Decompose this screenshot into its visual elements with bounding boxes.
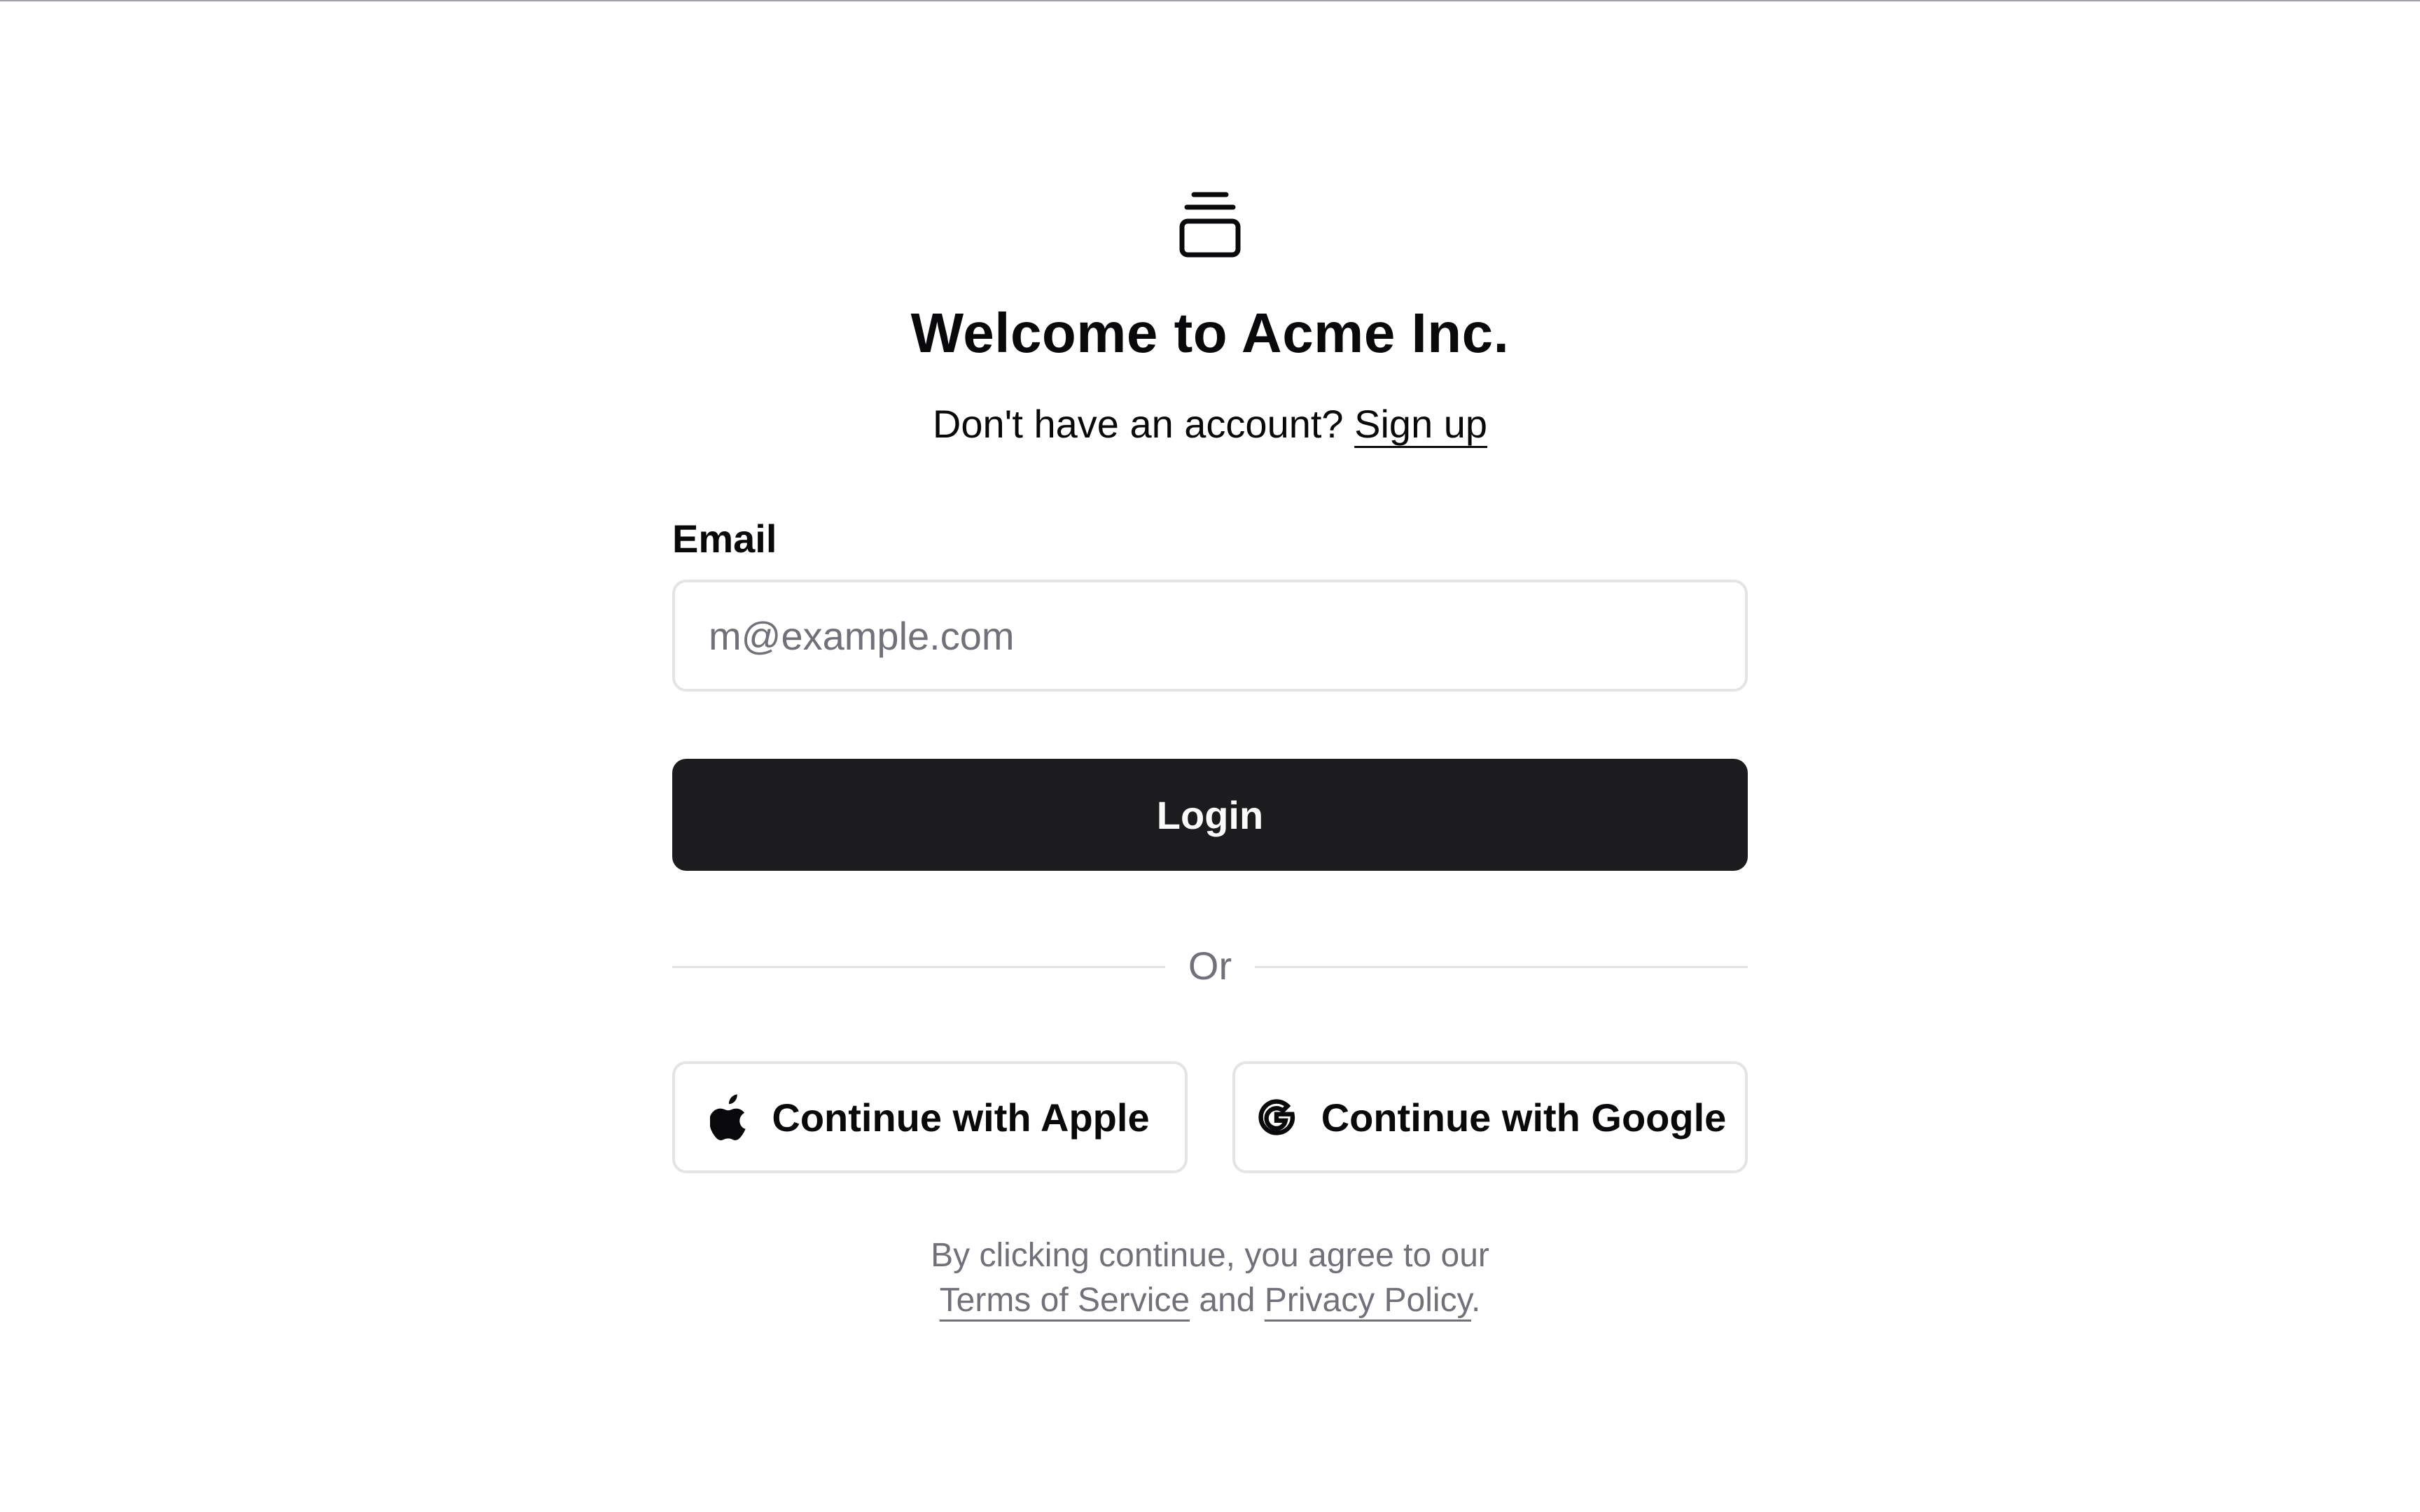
google-button-label: Continue with Google [1321,1095,1727,1140]
apple-button-label: Continue with Apple [772,1095,1150,1140]
apple-icon [710,1094,746,1140]
signup-prompt-text: Don't have an account? [932,402,1344,446]
signup-prompt: Don't have an account? Sign up [672,396,1748,452]
legal-conjunction: and [1199,1282,1256,1319]
legal-prefix: By clicking continue, you agree to our [931,1237,1489,1274]
continue-with-apple-button[interactable]: Continue with Apple [672,1061,1188,1173]
or-divider: Or [672,938,1748,994]
email-field[interactable] [672,580,1748,692]
google-icon [1258,1099,1295,1135]
continue-with-google-button[interactable]: Continue with Google [1232,1061,1748,1173]
login-button[interactable]: Login [672,759,1748,871]
stacked-box-icon [1179,192,1241,258]
login-form-container: Welcome to Acme Inc. Don't have an accou… [672,0,1748,1512]
page-title: Welcome to Acme Inc. [910,302,1510,364]
divider-label: Or [1188,944,1232,988]
terms-of-service-link[interactable]: Terms of Service [940,1282,1190,1319]
privacy-policy-link[interactable]: Privacy Policy [1265,1282,1471,1319]
signup-link[interactable]: Sign up [1354,402,1487,446]
legal-suffix: . [1471,1282,1481,1319]
email-label: Email [672,517,777,561]
legal-notice: By clicking continue, you agree to our T… [672,1233,1748,1323]
